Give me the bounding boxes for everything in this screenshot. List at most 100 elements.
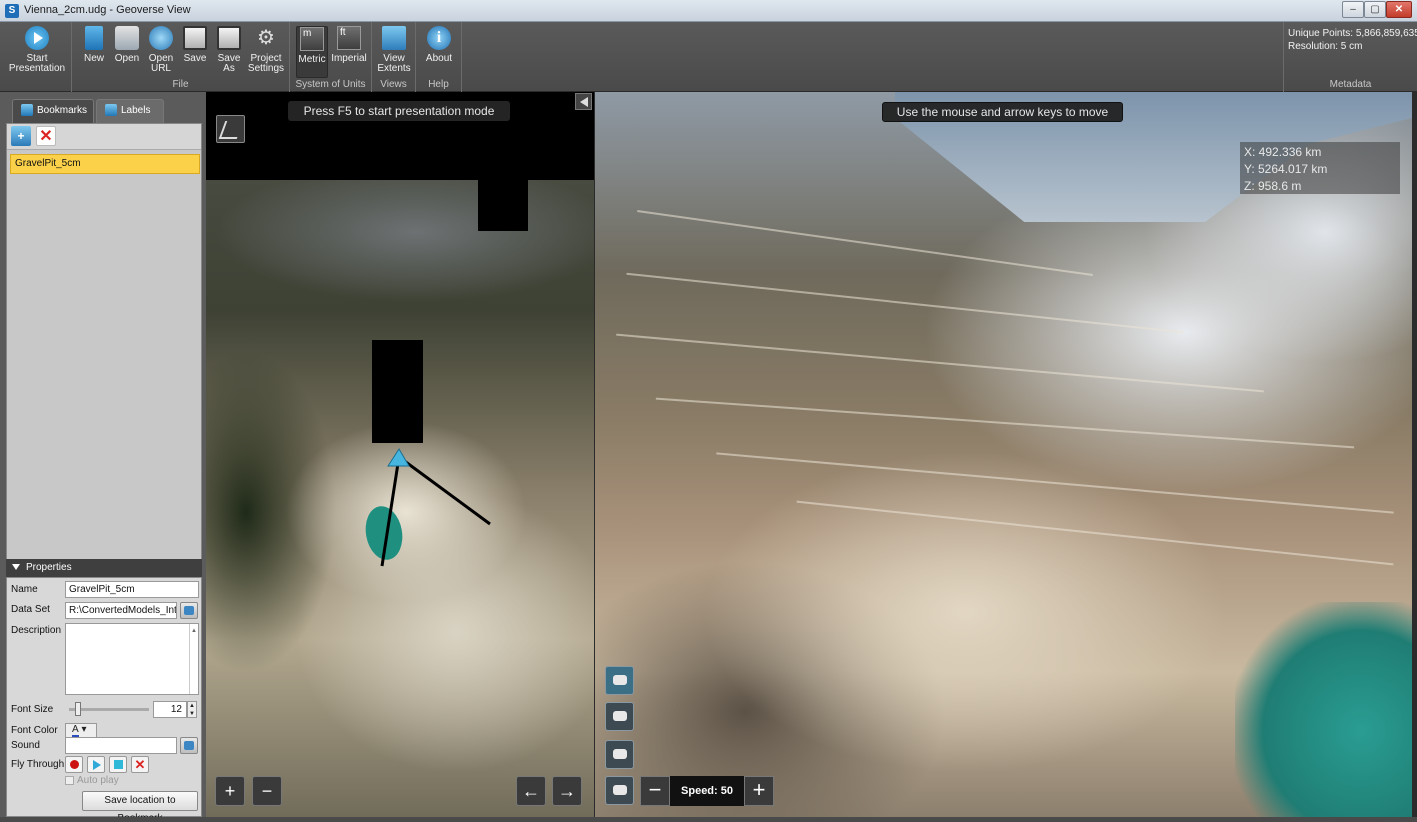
metric-label: Metric [298, 54, 326, 65]
info-icon: i [427, 26, 451, 50]
play-button[interactable] [87, 756, 105, 773]
font-size-slider-thumb[interactable] [75, 702, 81, 716]
units-group-label: System of Units [295, 79, 366, 90]
name-label: Name [11, 584, 38, 595]
helicopter-mode-button[interactable] [605, 702, 634, 731]
navigation-hint: Use the mouse and arrow keys to move [882, 102, 1123, 122]
font-size-spinner[interactable]: ▲ ▼ [187, 701, 197, 718]
start-presentation-label: Start Presentation [8, 53, 66, 74]
project-settings-label: Project Settings [247, 53, 285, 74]
new-document-icon [85, 26, 103, 50]
description-field[interactable]: ▲▼ [65, 623, 199, 695]
move-up-button[interactable] [605, 740, 634, 769]
help-group: i About Help [416, 22, 462, 92]
minimize-button[interactable]: ‒ [1342, 1, 1364, 18]
speed-decrease-button[interactable]: − [640, 776, 670, 806]
font-color-label: Font Color [11, 725, 58, 736]
resolution-text: Resolution: 5 cm [1288, 41, 1363, 52]
map-view[interactable]: Press F5 to start presentation mode + − … [206, 92, 594, 822]
move-down-button[interactable] [605, 776, 634, 805]
help-group-label: Help [428, 79, 449, 90]
properties-title: Properties [26, 562, 72, 573]
views-group-label: Views [380, 79, 407, 90]
label-icon [105, 104, 117, 117]
delete-flythrough-button[interactable]: ✕ [131, 756, 149, 773]
coord-x: X: 492.336 km [1244, 145, 1322, 159]
vegetation-area [1235, 602, 1412, 817]
unique-points-text: Unique Points: 5,866,859,635 [1288, 28, 1417, 39]
auto-play-checkbox[interactable] [65, 776, 74, 785]
delete-bookmark-button[interactable]: ✕ [36, 126, 56, 146]
zoom-in-button[interactable]: + [215, 776, 245, 806]
ribbon-toolbar: Start Presentation New Open Open URL Sav… [0, 22, 1417, 92]
save-as-button[interactable]: Save As [214, 26, 244, 74]
properties-header[interactable]: Properties [6, 559, 202, 577]
browse-dataset-button[interactable] [180, 602, 198, 619]
add-bookmark-button[interactable]: + [11, 126, 31, 146]
tab-bookmarks-label: Bookmarks [37, 105, 88, 116]
pan-left-button[interactable]: ← [516, 776, 546, 806]
imperial-label: Imperial [331, 53, 367, 64]
tab-labels[interactable]: Labels [96, 99, 164, 123]
about-button[interactable]: i About [424, 26, 454, 64]
maximize-button[interactable]: ▢ [1364, 1, 1386, 18]
metric-icon: m [300, 27, 324, 51]
chevron-down-icon: ▾ [81, 724, 87, 735]
view-extents-button[interactable]: View Extents [376, 26, 412, 74]
font-size-field[interactable]: 12 [153, 701, 187, 718]
fly-through-label: Fly Through [11, 759, 65, 770]
tab-bookmarks[interactable]: Bookmarks [12, 99, 94, 123]
save-location-button[interactable]: Save location to Bookmark [82, 791, 198, 822]
plane-mode-button[interactable] [605, 666, 634, 695]
metadata-group: Unique Points: 5,866,859,635 Resolution:… [1283, 22, 1417, 92]
bookmarks-toolbar: + ✕ [7, 124, 201, 150]
collapse-triangle-icon [12, 564, 20, 571]
bookmark-icon [21, 104, 33, 117]
view-extents-icon [382, 26, 406, 50]
save-disk-icon [183, 26, 207, 50]
sound-field[interactable] [65, 737, 177, 754]
speed-display: Speed: 50 [670, 776, 744, 806]
browse-sound-button[interactable] [180, 737, 198, 754]
units-group: m Metric ft Imperial System of Units [290, 22, 372, 92]
start-presentation-button[interactable]: Start Presentation [6, 26, 68, 74]
pan-right-button[interactable]: → [552, 776, 582, 806]
metadata-group-label: Metadata [1329, 79, 1372, 90]
globe-icon [149, 26, 173, 50]
close-button[interactable]: ✕ [1386, 1, 1412, 18]
imperial-button[interactable]: ft Imperial [330, 26, 368, 64]
open-url-button[interactable]: Open URL [146, 26, 176, 74]
bookmark-item[interactable]: GravelPit_5cm [10, 154, 200, 174]
new-label: New [83, 53, 104, 64]
zoom-out-button[interactable]: − [252, 776, 282, 806]
auto-play-label: Auto play [77, 775, 119, 786]
presentation-hint: Press F5 to start presentation mode [288, 101, 510, 121]
play-icon [25, 26, 49, 50]
gear-icon: ⚙ [257, 27, 275, 49]
terrace-line [796, 500, 1394, 566]
views-group: View Extents Views [372, 22, 416, 92]
camera-position-icon [387, 448, 410, 467]
save-label: Save [183, 53, 207, 64]
font-color-glyph: A [72, 724, 79, 737]
measure-tool-button[interactable] [216, 115, 245, 143]
name-field[interactable]: GravelPit_5cm [65, 581, 199, 598]
description-scrollbar[interactable]: ▲▼ [189, 624, 198, 694]
metric-button[interactable]: m Metric [296, 26, 328, 78]
status-bar [0, 817, 1417, 822]
save-button[interactable]: Save [180, 26, 210, 64]
speed-increase-button[interactable]: + [744, 776, 774, 806]
new-button[interactable]: New [80, 26, 108, 64]
left-panel: Bookmarks Labels + ✕ GravelPit_5cm Prope… [0, 92, 206, 822]
project-settings-button[interactable]: ⚙ Project Settings [246, 26, 286, 74]
font-size-slider-track[interactable] [69, 708, 149, 711]
record-button[interactable] [65, 756, 83, 773]
stop-button[interactable] [109, 756, 127, 773]
sound-label: Sound [11, 740, 40, 751]
view-extents-label: View Extents [377, 53, 411, 74]
collapse-left-arrow[interactable] [575, 93, 592, 110]
dataset-label: Data Set [11, 604, 50, 615]
3d-view[interactable]: Use the mouse and arrow keys to move X: … [595, 92, 1412, 817]
open-button[interactable]: Open [112, 26, 142, 64]
dataset-field[interactable]: R:\ConvertedModels_Inter [65, 602, 177, 619]
